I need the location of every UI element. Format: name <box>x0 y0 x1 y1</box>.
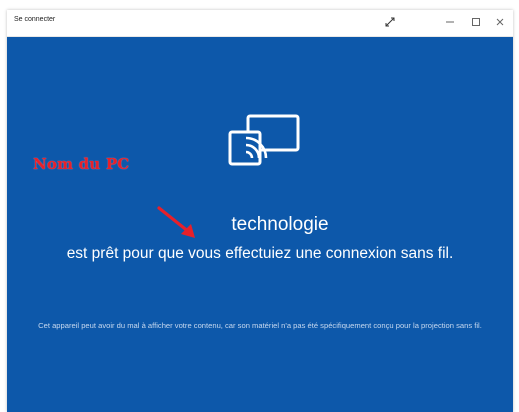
expand-icon[interactable] <box>375 10 405 34</box>
close-icon <box>496 18 504 26</box>
minimize-icon <box>446 21 454 23</box>
close-button[interactable] <box>485 10 513 34</box>
title-bar: Se connecter <box>7 10 513 37</box>
maximize-icon <box>472 18 480 26</box>
connect-window: Se connecter Nom du PC technologie est p… <box>7 10 513 412</box>
connect-panel: Nom du PC technologie est prêt pour que … <box>7 37 513 412</box>
device-name: technologie <box>231 214 329 235</box>
pc-name-annotation: Nom du PC <box>33 155 130 173</box>
ready-message: est prêt pour que vous effectuiez une co… <box>66 245 454 262</box>
wireless-display-icon <box>228 114 300 166</box>
hardware-warning: Cet appareil peut avoir du mal à affiche… <box>38 321 482 330</box>
window-title: Se connecter <box>14 16 56 23</box>
